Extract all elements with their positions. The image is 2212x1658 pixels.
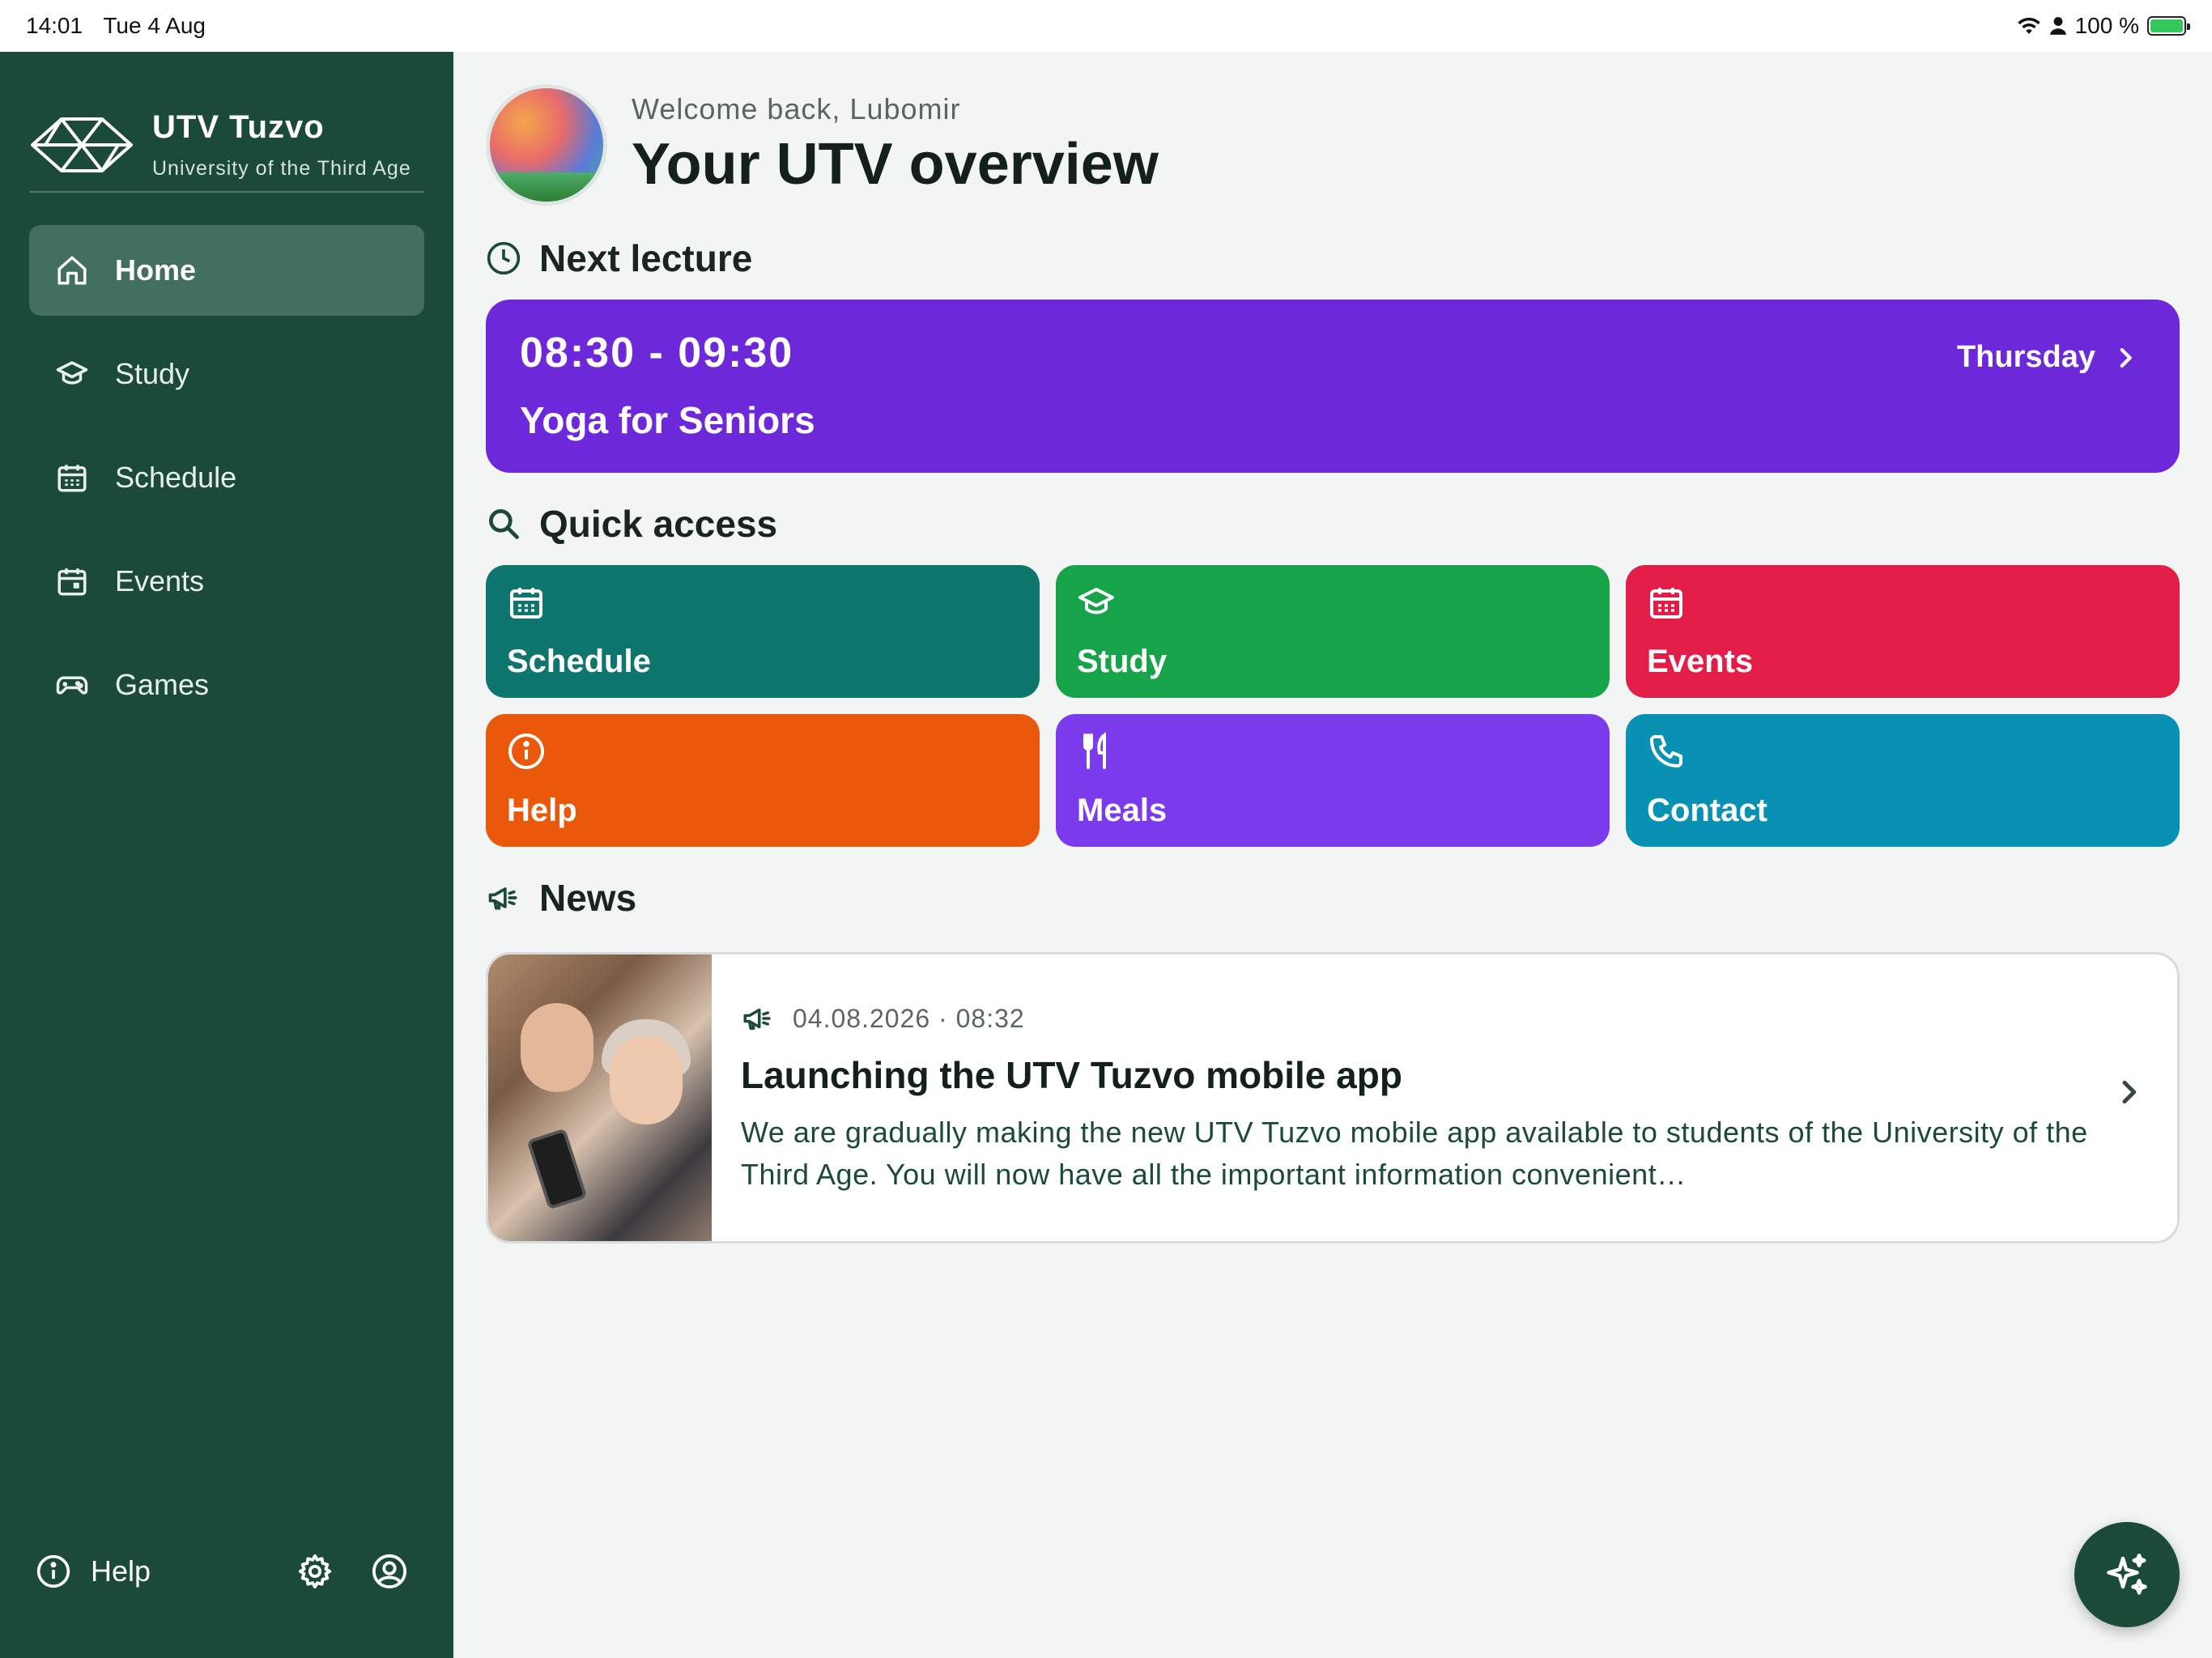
profile-icon[interactable] <box>371 1553 408 1590</box>
news-heading: News <box>486 876 636 920</box>
sidebar-item-label: Events <box>115 564 205 597</box>
quick-tile-label: Help <box>507 793 577 828</box>
lecture-day-label: Thursday <box>1956 340 2095 374</box>
status-bar: 14:01 Tue 4 Aug 100 % <box>0 0 2212 52</box>
graduation-cap-icon <box>56 361 88 385</box>
news-title: Launching the UTV Tuzvo mobile app <box>741 1054 1402 1096</box>
news-card[interactable]: 04.08.2026 · 08:32 Launching the UTV Tuz… <box>486 952 2180 1244</box>
quick-tile-label: Schedule <box>507 644 651 679</box>
sidebar-nav: Home Study Schedule Events Games <box>29 225 424 743</box>
quick-tile-label: Events <box>1647 644 1754 679</box>
quick-tile-contact[interactable]: Contact <box>1626 714 2180 847</box>
section-title: News <box>539 877 637 919</box>
quick-access-heading: Quick access <box>486 502 777 546</box>
news-excerpt: We are gradually making the new UTV Tuzv… <box>741 1116 2088 1191</box>
calendar-event-icon <box>1650 588 1682 619</box>
status-date: Tue 4 Aug <box>103 13 206 38</box>
help-link[interactable]: Help <box>91 1554 151 1588</box>
sidebar-item-events[interactable]: Events <box>29 536 424 627</box>
sidebar-item-study[interactable]: Study <box>29 329 424 419</box>
quick-tile-label: Meals <box>1077 793 1168 828</box>
brand-subtitle: University of the Third Age <box>152 157 411 180</box>
lecture-day: Thursday <box>1957 340 2139 375</box>
calendar-icon <box>57 465 87 492</box>
sidebar-footer: Help <box>36 1553 408 1590</box>
page-title: Your UTV overview <box>632 132 1159 197</box>
welcome-text: Welcome back, Lubomir <box>632 92 961 125</box>
quick-access-grid: Schedule Study Events Help Meals Contact <box>486 565 2180 847</box>
chevron-right-icon <box>2120 347 2132 368</box>
next-lecture-card[interactable]: 08:30 - 09:30 Yoga for Seniors Thursday <box>486 300 2180 473</box>
sidebar-item-label: Schedule <box>115 461 237 494</box>
calendar-event-icon <box>57 568 87 596</box>
quick-tile-meals[interactable]: Meals <box>1056 714 1610 847</box>
sidebar-item-label: Home <box>115 253 197 287</box>
brand-title: UTV Tuzvo <box>152 109 325 145</box>
status-time: 14:01 <box>26 13 83 38</box>
news-date: 04.08.2026 · 08:32 <box>793 1003 1025 1033</box>
quick-tile-label: Study <box>1077 644 1168 679</box>
search-icon <box>489 509 519 539</box>
brand-divider <box>29 191 424 193</box>
sidebar-item-label: Study <box>115 357 190 390</box>
chevron-right-icon <box>2122 1080 2137 1104</box>
sparkles-icon <box>2107 1554 2147 1595</box>
gamepad-icon <box>56 676 88 695</box>
phone-icon <box>1650 735 1682 767</box>
news-meta: 04.08.2026 · 08:32 <box>741 1001 2148 1035</box>
graduation-cap-icon <box>1078 588 1114 614</box>
sidebar-item-games[interactable]: Games <box>29 640 424 730</box>
brand[interactable]: UTV Tuzvo University of the Third Age <box>29 100 424 189</box>
lecture-title: Yoga for Seniors <box>520 399 815 441</box>
quick-tile-study[interactable]: Study <box>1056 565 1610 698</box>
person-icon <box>2049 17 2066 35</box>
battery-icon <box>2147 16 2190 36</box>
quick-tile-events[interactable]: Events <box>1626 565 2180 698</box>
megaphone-icon <box>488 887 517 910</box>
info-icon <box>508 733 544 769</box>
fork-knife-icon <box>1083 732 1106 769</box>
sidebar-item-home[interactable]: Home <box>29 225 424 316</box>
sidebar-item-label: Games <box>115 668 210 701</box>
home-icon <box>57 256 87 285</box>
sidebar: UTV Tuzvo University of the Third Age Ho… <box>0 52 453 1658</box>
lecture-time: 08:30 - 09:30 <box>520 329 794 376</box>
clock-icon <box>487 241 521 275</box>
wifi-icon <box>2017 17 2040 34</box>
quick-tile-schedule[interactable]: Schedule <box>486 565 1040 698</box>
section-title: Quick access <box>539 503 778 545</box>
quick-tile-help[interactable]: Help <box>486 714 1040 847</box>
battery-percent: 100 % <box>2074 13 2139 38</box>
info-icon[interactable] <box>36 1554 71 1589</box>
utv-logo-icon <box>31 117 133 172</box>
next-lecture-heading: Next lecture <box>486 236 752 280</box>
calendar-icon <box>510 588 542 619</box>
news-image <box>488 954 712 1241</box>
sidebar-item-schedule[interactable]: Schedule <box>29 432 424 523</box>
megaphone-icon <box>743 1008 771 1030</box>
section-title: Next lecture <box>539 237 753 279</box>
settings-gear-icon[interactable] <box>296 1553 334 1590</box>
quick-tile-label: Contact <box>1647 793 1767 828</box>
ai-assistant-button[interactable] <box>2074 1522 2180 1627</box>
page-header: Welcome back, Lubomir Your UTV overview <box>486 84 1159 206</box>
avatar[interactable] <box>486 84 607 206</box>
